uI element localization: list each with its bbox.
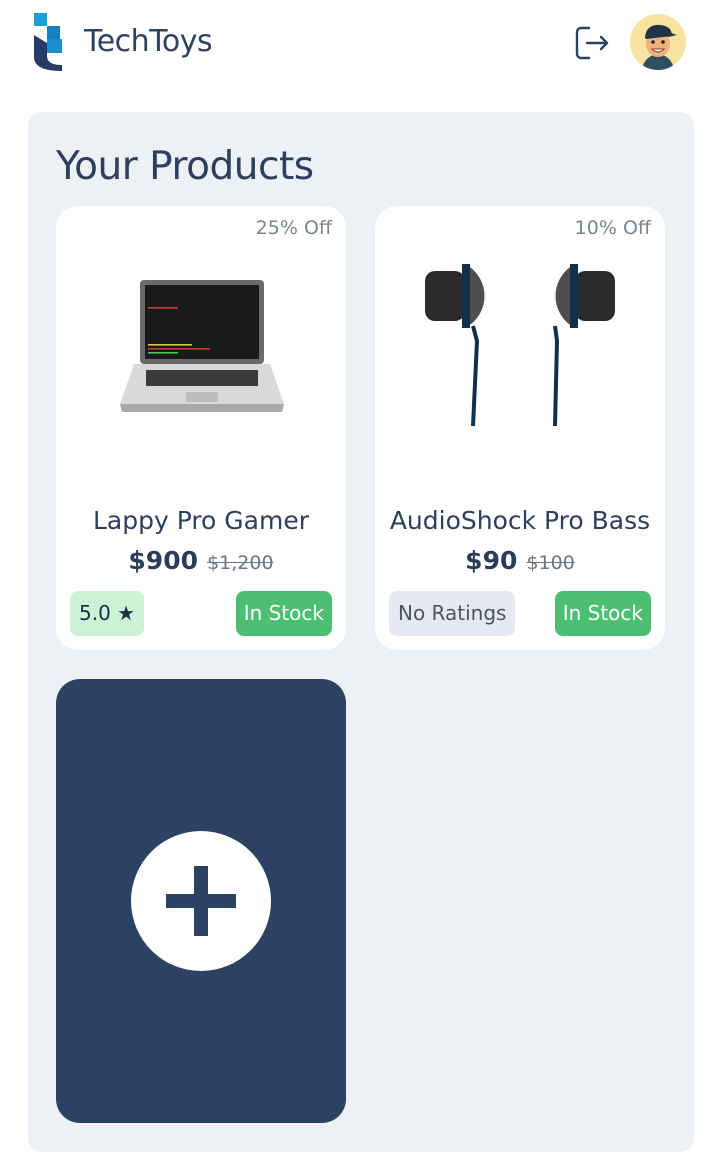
current-price: $900 bbox=[128, 546, 198, 575]
laptop-icon bbox=[86, 246, 316, 446]
plus-icon-vertical bbox=[194, 866, 208, 936]
discount-badge: 10% Off bbox=[574, 217, 651, 239]
stock-status-badge: In Stock bbox=[554, 591, 651, 636]
earphones-icon bbox=[405, 246, 635, 446]
original-price: $1,200 bbox=[207, 552, 274, 574]
stock-status-badge: In Stock bbox=[235, 591, 332, 636]
price-row: $900 $1,200 bbox=[56, 546, 346, 575]
brand-name: TechToys bbox=[84, 24, 213, 59]
product-name: Lappy Pro Gamer bbox=[92, 506, 310, 535]
current-price: $90 bbox=[465, 546, 518, 575]
products-panel: Your Products 25% Off Lappy Pro Gamer $9… bbox=[28, 112, 694, 1152]
techtoys-logo-icon[interactable] bbox=[34, 13, 66, 71]
page-title: Your Products bbox=[56, 144, 314, 189]
avatar-icon[interactable] bbox=[630, 14, 686, 70]
logout-icon[interactable] bbox=[573, 24, 611, 62]
plus-icon[interactable] bbox=[131, 831, 271, 971]
rating-badge: No Ratings bbox=[389, 591, 516, 636]
product-name: AudioShock Pro Bass bbox=[389, 506, 651, 535]
discount-badge: 25% Off bbox=[255, 217, 332, 239]
original-price: $100 bbox=[526, 552, 575, 574]
rating-badge: 5.0 ★ bbox=[70, 591, 145, 636]
product-card-audioshock-pro-bass[interactable]: 10% Off AudioShock Pro Bass $90 $100 No … bbox=[375, 206, 665, 650]
app-header: TechToys bbox=[0, 0, 720, 86]
add-product-button[interactable] bbox=[56, 679, 346, 1123]
product-card-lappy-pro-gamer[interactable]: 25% Off Lappy Pro Gamer $900 $1,200 5.0 … bbox=[56, 206, 346, 650]
price-row: $90 $100 bbox=[375, 546, 665, 575]
